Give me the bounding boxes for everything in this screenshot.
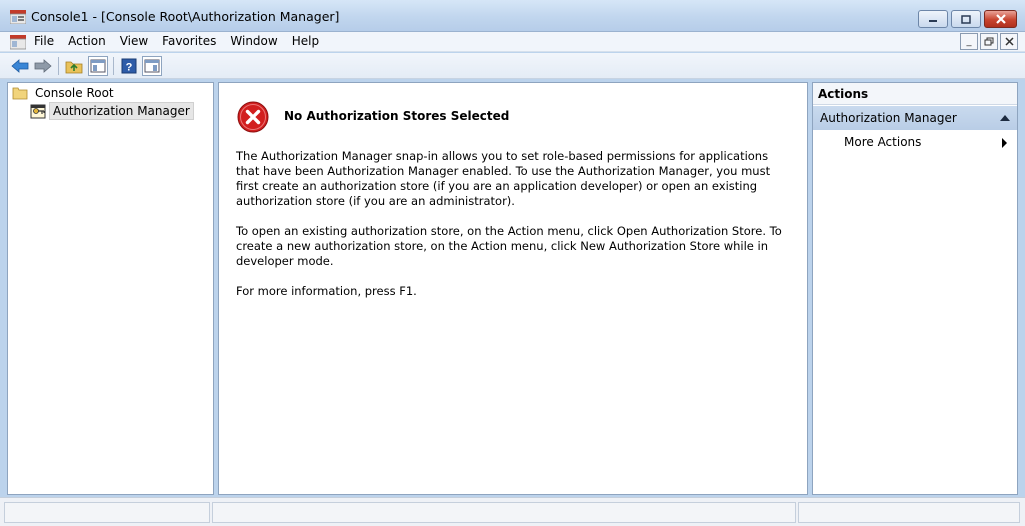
menu-favorites[interactable]: Favorites bbox=[162, 34, 224, 48]
menu-action[interactable]: Action bbox=[68, 34, 114, 48]
console-tree-pane: Console Root Authorization Manager bbox=[7, 82, 214, 495]
help-icon: ? bbox=[121, 58, 137, 74]
maximize-button[interactable] bbox=[951, 10, 981, 28]
status-bar bbox=[0, 497, 1025, 526]
mdi-close-button[interactable] bbox=[1000, 33, 1018, 50]
close-icon bbox=[995, 14, 1006, 24]
show-hide-action-pane-button[interactable] bbox=[142, 56, 162, 76]
menu-file[interactable]: File bbox=[34, 34, 62, 48]
up-folder-icon bbox=[65, 61, 83, 74]
minimize-icon bbox=[929, 20, 937, 22]
show-hide-action-pane-icon bbox=[144, 59, 160, 73]
toolbar-separator bbox=[58, 57, 59, 75]
close-button[interactable] bbox=[984, 10, 1017, 28]
mdi-minimize-button[interactable]: _ bbox=[960, 33, 978, 50]
minimize-icon: _ bbox=[966, 36, 972, 47]
menu-bar: File Action View Favorites Window Help _ bbox=[0, 32, 1025, 52]
up-one-level-button[interactable] bbox=[64, 56, 84, 76]
page-title: No Authorization Stores Selected bbox=[284, 109, 510, 123]
toolbar-separator bbox=[113, 57, 114, 75]
svg-text:?: ? bbox=[126, 62, 133, 74]
folder-icon bbox=[12, 87, 28, 100]
section-label: Authorization Manager bbox=[820, 111, 957, 125]
maximize-icon bbox=[961, 14, 971, 24]
tree-node-console-root[interactable]: Console Root bbox=[12, 84, 117, 102]
close-icon bbox=[1004, 37, 1014, 46]
menu-view[interactable]: View bbox=[120, 34, 156, 48]
status-cell bbox=[798, 502, 1020, 523]
submenu-arrow-icon bbox=[1002, 138, 1007, 148]
more-actions-item[interactable]: More Actions bbox=[844, 135, 921, 149]
back-arrow-icon bbox=[11, 59, 29, 73]
actions-section-authorization-manager[interactable]: Authorization Manager bbox=[813, 106, 1017, 130]
mmc-console-icon[interactable] bbox=[10, 34, 26, 50]
result-pane: No Authorization Stores Selected The Aut… bbox=[218, 82, 808, 495]
actions-pane: Actions Authorization Manager More Actio… bbox=[812, 82, 1018, 495]
tree-node-authorization-manager[interactable]: Authorization Manager bbox=[30, 102, 194, 120]
status-cell bbox=[212, 502, 796, 523]
back-button[interactable] bbox=[10, 56, 30, 76]
actions-header: Actions bbox=[813, 83, 1017, 105]
restore-icon bbox=[984, 37, 994, 46]
show-hide-tree-button[interactable] bbox=[88, 56, 108, 76]
window-title: Console1 - [Console Root\Authorization M… bbox=[31, 9, 340, 24]
forward-arrow-icon bbox=[34, 59, 52, 73]
menu-help[interactable]: Help bbox=[292, 34, 327, 48]
toolbar: ? bbox=[0, 53, 1025, 79]
tree-label: Authorization Manager bbox=[49, 102, 194, 120]
menu-window[interactable]: Window bbox=[230, 34, 285, 48]
status-cell bbox=[4, 502, 210, 523]
authorization-manager-icon bbox=[30, 104, 46, 119]
mdi-restore-button[interactable] bbox=[980, 33, 998, 50]
minimize-button[interactable] bbox=[918, 10, 948, 28]
help-paragraph: For more information, press F1. bbox=[236, 284, 417, 298]
collapse-caret-icon[interactable] bbox=[1000, 115, 1010, 121]
tree-label: Console Root bbox=[35, 86, 114, 100]
error-icon bbox=[237, 101, 269, 133]
description-paragraph: The Authorization Manager snap-in allows… bbox=[236, 149, 771, 208]
mmc-console-icon bbox=[10, 10, 26, 24]
help-button[interactable]: ? bbox=[119, 56, 139, 76]
instructions-paragraph: To open an existing authorization store,… bbox=[236, 224, 782, 268]
title-bar: Console1 - [Console Root\Authorization M… bbox=[0, 0, 1025, 32]
forward-button[interactable] bbox=[33, 56, 53, 76]
show-hide-tree-icon bbox=[90, 59, 106, 73]
